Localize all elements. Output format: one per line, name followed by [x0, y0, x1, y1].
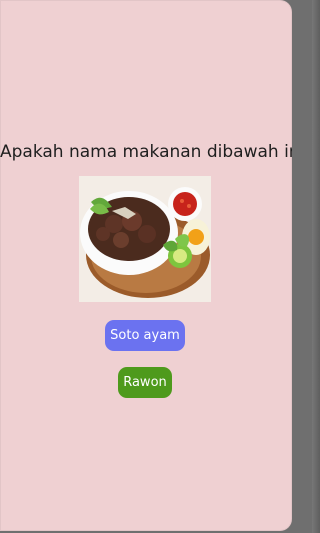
question-text: Apakah nama makanan dibawah ini?: [0, 142, 292, 162]
soto-ayam-button[interactable]: Soto ayam: [105, 320, 185, 351]
rawon-food-illustration: [79, 176, 211, 302]
rawon-button[interactable]: Rawon: [118, 367, 172, 398]
device-edge: [312, 0, 320, 533]
food-image: [79, 176, 211, 302]
app-screen: Apakah nama makanan dibawah ini? Soto ay…: [0, 0, 292, 531]
